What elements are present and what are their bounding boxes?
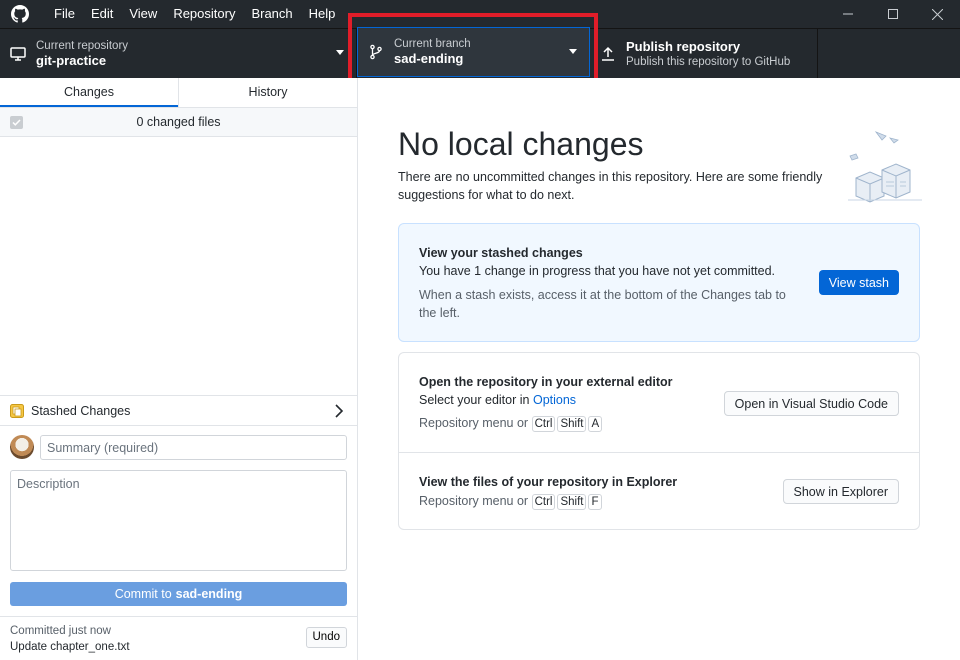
menu-repository[interactable]: Repository [165, 0, 243, 28]
explorer-card-title: View the files of your repository in Exp… [419, 475, 678, 489]
view-stash-button[interactable]: View stash [818, 270, 899, 295]
stashed-changes-row[interactable]: Stashed Changes [0, 395, 357, 426]
editor-suggestion-card: Open the repository in your external edi… [398, 352, 920, 530]
tab-history[interactable]: History [178, 78, 357, 107]
chevron-down-icon [336, 50, 344, 55]
git-branch-icon [370, 44, 382, 60]
last-commit-message: Update chapter_one.txt [10, 641, 130, 653]
check-icon [12, 118, 21, 126]
current-branch-label: Current branch [394, 38, 471, 50]
commit-button-branch: sad-ending [175, 587, 243, 601]
tab-changes[interactable]: Changes [0, 78, 178, 107]
commit-button-prefix: Commit to [114, 587, 172, 601]
maximize-button[interactable] [870, 0, 915, 28]
current-repository-label: Current repository [36, 39, 129, 52]
stash-card-hint: When a stash exists, access it at the bo… [419, 288, 786, 320]
stash-card-text: You have 1 change in progress that you h… [419, 264, 776, 278]
card-divider [399, 452, 919, 453]
publish-repository-sub: Publish this repository to GitHub [626, 55, 791, 68]
changed-files-count: 0 changed files [136, 115, 221, 129]
undo-button[interactable]: Undo [305, 627, 347, 648]
description-input[interactable] [10, 470, 347, 571]
explorer-shortcut-prefix: Repository menu or [419, 494, 529, 508]
chevron-right-icon [335, 404, 344, 418]
current-branch-button[interactable]: Current branch sad-ending [357, 27, 590, 77]
current-branch-value: sad-ending [394, 51, 464, 66]
github-logo-icon [11, 5, 29, 23]
stash-suggestion-card: View your stashed changes You have 1 cha… [398, 223, 920, 342]
menu-branch[interactable]: Branch [243, 0, 300, 28]
open-in-vscode-button[interactable]: Open in Visual Studio Code [723, 391, 899, 416]
kbd-f: F [588, 494, 602, 510]
editor-shortcut-prefix: Repository menu or [419, 416, 529, 430]
desktop-icon [10, 46, 26, 61]
kbd-a: A [588, 416, 603, 432]
current-branch-section: Current branch sad-ending [357, 27, 590, 78]
summary-input[interactable] [40, 435, 347, 460]
show-in-explorer-button[interactable]: Show in Explorer [782, 479, 899, 504]
avatar [10, 435, 34, 459]
chevron-down-icon [569, 49, 577, 54]
maximize-icon [887, 9, 898, 19]
explorer-card-shortcut: Repository menu or Ctrl Shift F [419, 492, 604, 510]
kbd-shift: Shift [557, 416, 587, 432]
editor-card-title: Open the repository in your external edi… [419, 375, 673, 389]
editor-card-text: Select your editor in Options [419, 393, 576, 407]
sidebar-tabs: Changes History [0, 78, 357, 108]
changes-sidebar: Changes History 0 changed files Stashed … [0, 78, 358, 660]
toolbar: Current repository git-practice Current … [0, 27, 960, 78]
menu-bar: File Edit View Repository Branch Help [46, 0, 343, 28]
stashed-changes-label: Stashed Changes [31, 403, 131, 418]
empty-state-illustration-icon [848, 131, 922, 203]
options-link[interactable]: Options [533, 393, 576, 407]
editor-card-text-prefix: Select your editor in [419, 393, 530, 407]
last-commit-time: Committed just now [10, 625, 111, 637]
publish-repository-button[interactable]: Publish repository Publish this reposito… [590, 29, 818, 78]
current-repository-value: git-practice [36, 52, 107, 68]
menu-file[interactable]: File [46, 0, 83, 28]
minimize-icon [842, 13, 853, 15]
stash-icon [10, 403, 24, 418]
upload-icon [602, 46, 614, 61]
window-controls [825, 0, 960, 28]
kbd-ctrl: Ctrl [531, 416, 556, 432]
editor-card-shortcut: Repository menu or Ctrl Shift A [419, 414, 604, 432]
last-commit-bar: Committed just now Update chapter_one.tx… [0, 616, 357, 660]
menu-view[interactable]: View [121, 0, 165, 28]
menu-help[interactable]: Help [301, 0, 344, 28]
minimize-button[interactable] [825, 0, 870, 28]
kbd-ctrl: Ctrl [531, 494, 556, 510]
page-title: No local changes [398, 126, 644, 162]
close-icon [932, 8, 943, 20]
commit-button[interactable]: Commit to sad-ending [10, 582, 347, 606]
select-all-checkbox[interactable] [10, 115, 23, 129]
publish-repository-label: Publish repository [626, 38, 741, 54]
current-repository-button[interactable]: Current repository git-practice [0, 29, 357, 78]
main-content: No local changes There are no uncommitte… [358, 78, 960, 660]
changed-files-header: 0 changed files [0, 108, 357, 137]
close-button[interactable] [915, 0, 960, 28]
page-description: There are no uncommitted changes in this… [398, 170, 823, 202]
menu-edit[interactable]: Edit [83, 0, 121, 28]
stash-card-title: View your stashed changes [419, 246, 583, 260]
title-bar: File Edit View Repository Branch Help [0, 0, 960, 28]
kbd-shift: Shift [557, 494, 587, 510]
